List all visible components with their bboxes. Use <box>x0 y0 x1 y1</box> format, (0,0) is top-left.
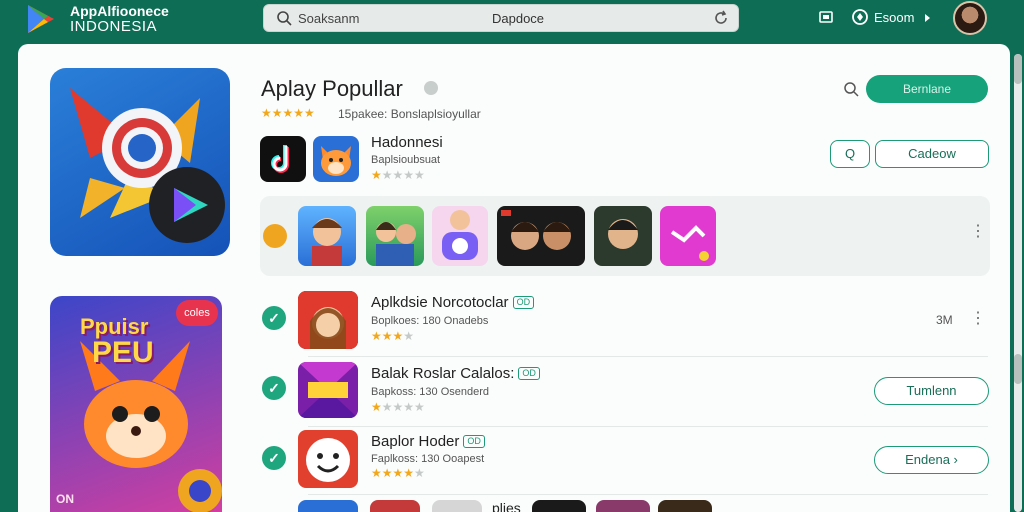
featured-search-button[interactable]: Q <box>830 140 870 168</box>
globe-icon[interactable] <box>851 8 869 26</box>
reload-icon[interactable] <box>712 9 730 27</box>
carousel-app-6[interactable] <box>660 206 716 266</box>
featured-app-stars: ★★★★★ <box>371 168 425 182</box>
divider <box>308 494 988 495</box>
movie-poster-graphic <box>501 210 571 250</box>
row-2-app-icon[interactable] <box>298 362 358 418</box>
kebab-menu-icon[interactable]: ⋮ <box>970 224 986 240</box>
window-icon[interactable] <box>817 8 835 26</box>
main-panel: coles Ppuisr PEU ON Aplay Popullar ★★★★★… <box>18 44 1010 512</box>
page-title: Aplay Popullar <box>261 76 403 101</box>
bottom-app-icon-1[interactable] <box>298 500 358 512</box>
play-store-logo[interactable] <box>24 2 58 36</box>
chevron-down-icon[interactable] <box>922 8 934 26</box>
row-2-chip: OD <box>518 367 540 380</box>
brand-name: AppAlfioonece INDONESIA <box>70 3 169 35</box>
search-center-text: Dapdoce <box>492 11 545 26</box>
row-2-subtitle: Bapkoss: 130 Osenderd <box>371 386 490 398</box>
info-icon[interactable] <box>424 81 438 95</box>
row-2-stars: ★★★★★ <box>371 400 425 414</box>
row-3-title[interactable]: Baplor Hoder OD <box>371 433 485 450</box>
row-1-trailing-text: 3M <box>936 313 953 327</box>
carousel-app-2[interactable] <box>366 206 424 266</box>
scrollbar-thumb-top[interactable] <box>1014 54 1022 84</box>
featured-artwork-graphic <box>70 88 225 243</box>
anime-girl-graphic <box>298 291 358 349</box>
chat-bubble-graphic <box>442 210 478 260</box>
account-label[interactable]: Esoom <box>874 10 914 25</box>
row-1-title-text: Aplkdsie Norcotoclar <box>371 294 509 311</box>
divider <box>308 356 988 357</box>
brand-line-1: AppAlfioonece <box>70 3 169 19</box>
row-3-stars: ★★★★★ <box>371 466 425 480</box>
portrait-graphic <box>608 219 638 249</box>
divider <box>308 426 988 427</box>
header-rating-text: 15pakee: Bonslaplsioyullar <box>338 107 481 121</box>
fox-icon <box>321 146 351 176</box>
bottom-app-icon-5[interactable] <box>596 500 650 512</box>
row-3-chip: OD <box>463 435 485 448</box>
avatar[interactable] <box>953 1 987 35</box>
promo-title-line-2: PEU <box>92 336 154 369</box>
bottom-app-icon-6[interactable] <box>658 500 712 512</box>
featured-action-button[interactable]: Cadeow <box>875 140 989 168</box>
row-3-action-button[interactable]: Endena › <box>874 446 989 474</box>
featured-app-title[interactable]: Hadonnesi <box>371 134 443 151</box>
row-2-action-button[interactable]: Tumlenn <box>874 377 989 405</box>
row-1-subtitle: Boplkoes: 180 Onadebs <box>371 315 489 327</box>
game-logo-graphic <box>298 362 358 418</box>
check-icon[interactable]: ✓ <box>262 376 286 400</box>
featured-app-artwork[interactable] <box>50 68 230 256</box>
row-3-app-icon[interactable] <box>298 430 358 488</box>
search-placeholder: Soaksanm <box>298 11 360 26</box>
row-2-title[interactable]: Balak Roslar Calalos: OD <box>371 365 540 382</box>
music-note-icon <box>271 145 289 173</box>
kebab-menu-icon[interactable]: ⋮ <box>970 311 986 327</box>
app-icon-carousel: ⋮ <box>260 196 990 276</box>
featured-app-subtitle: Baplsioubsuat <box>371 154 441 166</box>
top-bar: AppAlfioonece INDONESIA Soaksanm Dapdoce… <box>0 0 1024 44</box>
row-1-app-icon[interactable] <box>298 291 358 349</box>
smiley-face-graphic <box>306 438 350 482</box>
search-icon <box>277 11 292 26</box>
scrollbar[interactable] <box>1014 54 1022 512</box>
carousel-prev-icon[interactable] <box>263 224 287 248</box>
bottom-app-icon-3[interactable] <box>432 500 482 512</box>
primary-action-button[interactable]: Bernlane <box>866 75 988 103</box>
promo-badge: coles <box>176 300 218 326</box>
bottom-app-icon-2[interactable] <box>370 500 420 512</box>
row-3-subtitle: Faplkoss: 130 Ooapest <box>371 453 485 465</box>
search-bar[interactable]: Soaksanm Dapdoce <box>263 4 739 32</box>
carousel-app-4[interactable] <box>497 206 585 266</box>
bottom-partial-text: plies <box>492 500 521 512</box>
header-rating-stars: ★★★★★ <box>261 106 315 120</box>
carousel-app-1[interactable] <box>298 206 356 266</box>
logo-mark-graphic <box>670 225 709 261</box>
row-1-stars: ★★★★ <box>371 329 415 343</box>
carousel-app-5[interactable] <box>594 206 652 266</box>
app-icon-fox[interactable] <box>313 136 359 182</box>
check-icon[interactable]: ✓ <box>262 446 286 470</box>
app-icon-tiktok[interactable] <box>260 136 306 182</box>
promo-tag: ON <box>56 492 74 506</box>
row-1-chip: OD <box>512 296 535 309</box>
bottom-app-icon-4[interactable] <box>532 500 586 512</box>
scrollbar-thumb[interactable] <box>1014 354 1022 384</box>
row-2-title-text: Balak Roslar Calalos: <box>371 365 515 382</box>
promo-title: Ppuisr PEU <box>80 316 154 368</box>
brand-line-2: INDONESIA <box>70 18 158 35</box>
row-3-title-text: Baplor Hoder <box>371 433 460 450</box>
promo-banner[interactable]: coles Ppuisr PEU ON <box>50 296 222 512</box>
row-1-title[interactable]: Aplkdsie Norcotoclar OD <box>371 294 535 311</box>
character-group-graphic <box>376 222 416 266</box>
promo-title-line-1: Ppuisr <box>80 314 149 339</box>
character-avatar-graphic <box>312 218 342 266</box>
carousel-app-3[interactable] <box>432 206 488 266</box>
check-icon[interactable]: ✓ <box>262 306 286 330</box>
search-icon[interactable] <box>843 81 859 97</box>
